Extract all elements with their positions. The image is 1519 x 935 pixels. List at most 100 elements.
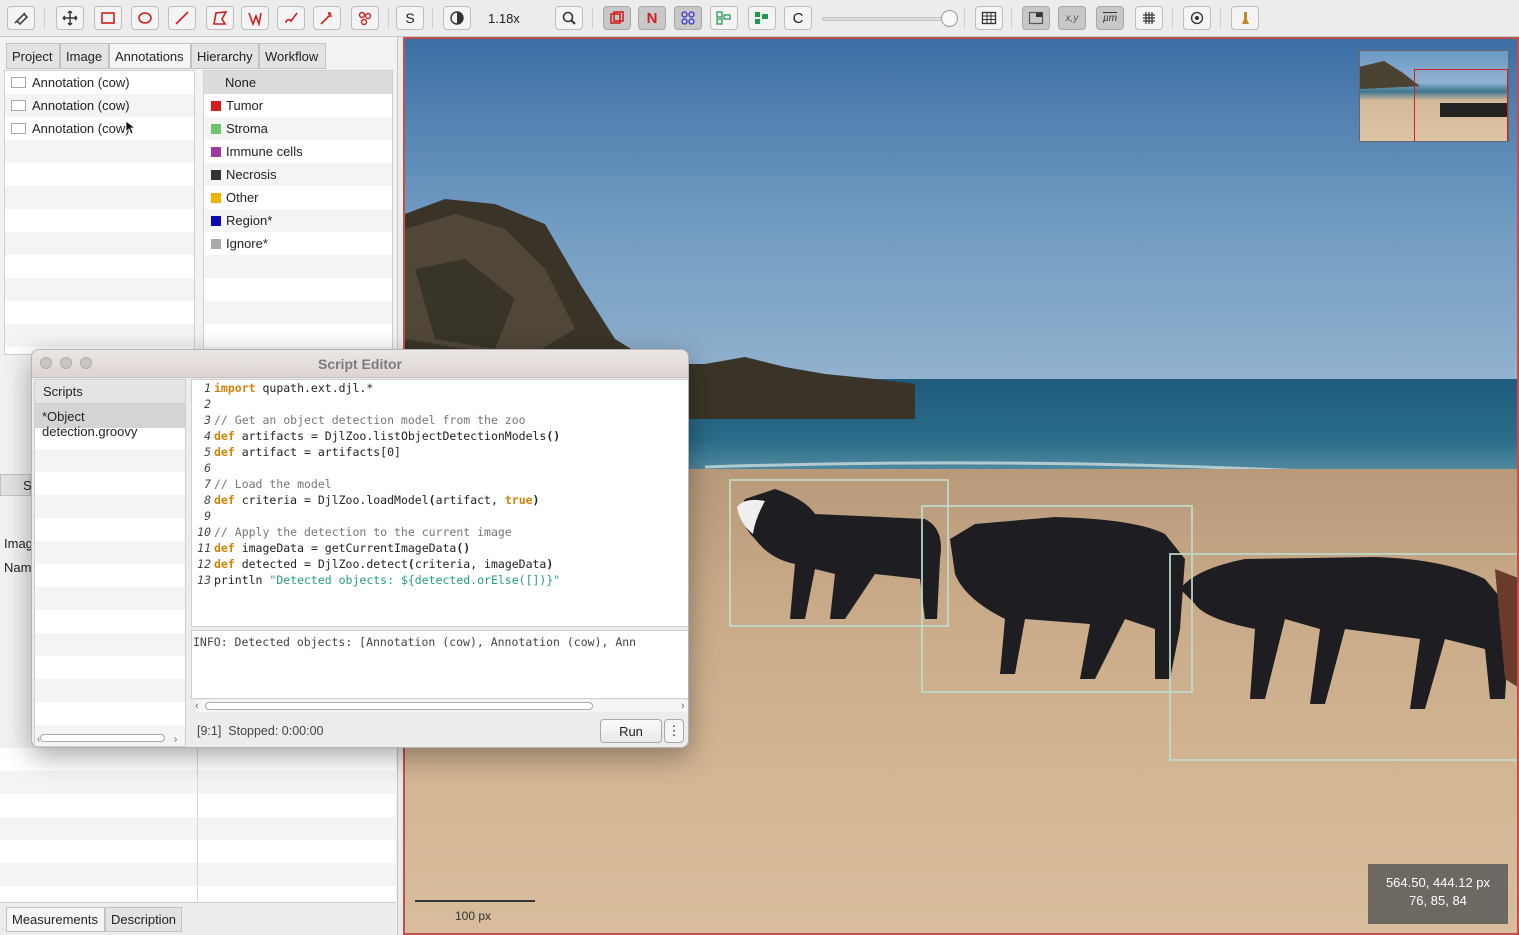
- brush-icon[interactable]: [277, 6, 305, 30]
- tab-hierarchy[interactable]: Hierarchy: [191, 43, 259, 69]
- class-list[interactable]: None Tumor Stroma Immune cells Necrosis …: [203, 70, 393, 355]
- annotation-box-cow-1[interactable]: [729, 479, 949, 627]
- window-title: Script Editor: [317, 356, 402, 372]
- code-line[interactable]: 4 def artifacts = DjlZoo.listObjectDetect…: [192, 428, 688, 444]
- zoom-to-fit-icon[interactable]: [555, 6, 583, 30]
- scripts-scrollbar[interactable]: [40, 734, 165, 742]
- points-icon[interactable]: [351, 6, 379, 30]
- scalebar-icon[interactable]: µm: [1096, 6, 1124, 30]
- class-item-tumor[interactable]: Tumor: [204, 94, 392, 117]
- cursor-coordinates: 564.50, 444.12 px: [1385, 875, 1491, 890]
- location-icon[interactable]: x,y: [1058, 6, 1086, 30]
- show-detections-icon[interactable]: [710, 6, 738, 30]
- move-icon[interactable]: [56, 6, 84, 30]
- hidden-tab[interactable]: S: [0, 474, 32, 496]
- opacity-slider[interactable]: [822, 17, 954, 21]
- class-item-region[interactable]: Region*: [204, 209, 392, 232]
- tab-measurements[interactable]: Measurements: [6, 907, 105, 932]
- scale-bar-label: 100 px: [455, 909, 492, 923]
- bottom-tab-bar: Measurements Description: [0, 902, 396, 935]
- class-item-stroma[interactable]: Stroma: [204, 117, 392, 140]
- overview-cliff: [1360, 61, 1420, 89]
- measurement-list[interactable]: [0, 748, 396, 902]
- code-line[interactable]: 3// Get an object detection model from t…: [192, 412, 688, 428]
- code-line[interactable]: 7// Load the model: [192, 476, 688, 492]
- selection-mode-icon[interactable]: S: [396, 6, 424, 30]
- overview-thumbnail[interactable]: [1359, 50, 1509, 142]
- show-annotations-icon[interactable]: [603, 6, 631, 30]
- class-color-swatch: [211, 100, 221, 111]
- console-scroll-thumb[interactable]: [205, 702, 593, 710]
- code-line[interactable]: 12 def detected = DjlZoo.detect(criteria,…: [192, 556, 688, 572]
- code-line[interactable]: 5 def artifact = artifacts[0]: [192, 444, 688, 460]
- code-line[interactable]: 2: [192, 396, 688, 412]
- code-text: // Apply the detection to the current im…: [214, 525, 512, 539]
- code-text: def detected = DjlZoo.detect(criteria, i…: [214, 557, 554, 571]
- line-icon[interactable]: [168, 6, 196, 30]
- tab-workflow[interactable]: Workflow: [259, 43, 326, 69]
- run-options-button[interactable]: ⋮: [664, 719, 684, 743]
- measurement-table-icon[interactable]: [975, 6, 1003, 30]
- list-item[interactable]: Annotation (cow): [5, 117, 194, 140]
- scale-bar: [415, 900, 535, 902]
- cursor-location-readout: 564.50, 444.12 px 76, 85, 84: [1368, 864, 1508, 924]
- contrast-icon[interactable]: [443, 6, 471, 30]
- wand-icon[interactable]: [313, 6, 341, 30]
- code-line[interactable]: 9: [192, 508, 688, 524]
- window-titlebar[interactable]: Script Editor: [32, 350, 688, 378]
- show-pixel-classification-icon[interactable]: C: [784, 6, 812, 30]
- tab-annotations[interactable]: Annotations: [109, 43, 191, 69]
- scroll-right-icon[interactable]: ›: [681, 700, 685, 712]
- scroll-left-icon[interactable]: ‹: [195, 700, 199, 712]
- line-number: 4: [204, 429, 211, 443]
- list-item[interactable]: Annotation (cow): [5, 94, 194, 117]
- line-number: 7: [204, 477, 211, 491]
- class-item-ignore[interactable]: Ignore*: [204, 232, 392, 255]
- console-output: INFO: Detected objects: [Annotation (cow…: [191, 630, 688, 699]
- class-color-swatch: [211, 192, 221, 203]
- code-line[interactable]: 6: [192, 460, 688, 476]
- code-editor[interactable]: 1 import qupath.ext.djl.* 2 3// Get an obje…: [191, 379, 688, 627]
- code-line[interactable]: 8 def criteria = DjlZoo.loadModel(artifac…: [192, 492, 688, 508]
- annotation-list[interactable]: Annotation (cow) Annotation (cow) Annota…: [4, 70, 195, 355]
- script-list-item[interactable]: *Object detection.groovy: [35, 404, 185, 439]
- list-item[interactable]: Annotation (cow): [5, 71, 194, 94]
- overview-icon[interactable]: [1022, 6, 1050, 30]
- pixel-rgb-values: 76, 85, 84: [1409, 893, 1467, 908]
- code-line[interactable]: 1 import qupath.ext.djl.*: [192, 380, 688, 396]
- class-item-necrosis[interactable]: Necrosis: [204, 163, 392, 186]
- console-scrollbar[interactable]: ‹ ›: [195, 700, 688, 712]
- preferences-icon[interactable]: [1183, 6, 1211, 30]
- run-button[interactable]: Run: [600, 719, 662, 743]
- line-number: 6: [204, 461, 211, 475]
- mouse-cursor-icon: [125, 120, 135, 135]
- tab-image[interactable]: Image: [60, 43, 109, 69]
- code-line[interactable]: 10// Apply the detection to the current …: [192, 524, 688, 540]
- tab-description[interactable]: Description: [105, 907, 182, 932]
- log-icon[interactable]: [1231, 6, 1259, 30]
- show-tma-icon[interactable]: [674, 6, 702, 30]
- main-toolbar: S 1.18x N C x,y µm: [0, 0, 1519, 37]
- rectangle-icon[interactable]: [94, 6, 122, 30]
- tab-project[interactable]: Project: [6, 43, 60, 69]
- class-item-other[interactable]: Other: [204, 186, 392, 209]
- scripts-list[interactable]: Scripts *Object detection.groovy: [34, 379, 186, 747]
- code-line[interactable]: 13 println "Detected objects: ${detected.…: [192, 572, 688, 588]
- show-names-icon[interactable]: N: [638, 6, 666, 30]
- annotation-box-cow-2[interactable]: [921, 505, 1193, 693]
- fill-detections-icon[interactable]: [748, 6, 776, 30]
- class-color-swatch: [211, 215, 221, 226]
- code-line[interactable]: 11 def imageData = getCurrentImageData(): [192, 540, 688, 556]
- annotation-box-cow-3[interactable]: [1169, 553, 1517, 761]
- overview-viewport-rect[interactable]: [1414, 69, 1508, 141]
- scroll-right-icon[interactable]: ›: [174, 734, 177, 745]
- ellipse-icon[interactable]: [131, 6, 159, 30]
- opacity-slider-knob[interactable]: [941, 10, 958, 27]
- class-item-immune-cells[interactable]: Immune cells: [204, 140, 392, 163]
- polyline-icon[interactable]: [241, 6, 269, 30]
- hand-tool-icon[interactable]: [7, 6, 35, 30]
- polygon-icon[interactable]: [206, 6, 234, 30]
- grid-icon[interactable]: [1135, 6, 1163, 30]
- class-color-swatch: [211, 146, 221, 157]
- class-item-none[interactable]: None: [204, 71, 392, 94]
